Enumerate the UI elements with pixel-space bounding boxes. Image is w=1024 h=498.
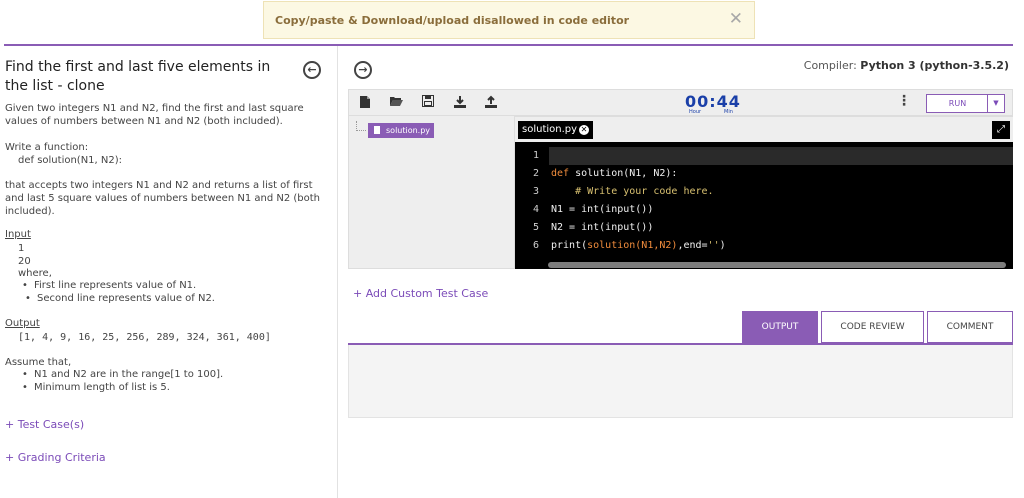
code-text: solution(N1, N2): [569,168,678,179]
horizontal-scrollbar[interactable] [548,262,1006,268]
code-string: '' [707,240,720,251]
code-line[interactable] [549,147,1013,165]
line-number: 5 [532,222,539,233]
save-icon[interactable] [420,95,436,111]
expand-right-icon[interactable]: → [354,61,372,79]
code-text: print( [551,240,588,251]
fullscreen-icon[interactable]: ⤢ [992,121,1010,139]
timer-hour-label: Hour [689,109,702,115]
code-line[interactable]: def solution(N1, N2): [549,165,1013,183]
file-name: solution.py [386,126,431,135]
editor-tab[interactable]: solution.py ✕ [518,121,593,139]
code-line[interactable]: # Write your code here. [549,183,1013,201]
line-number: 4 [532,204,539,215]
file-icon [374,126,380,134]
notice-text: Copy/paste & Download/upload disallowed … [275,14,630,27]
timer-separator: : [709,92,717,111]
compiler-value: Python 3 (python-3.5.2) [860,59,1009,72]
line-number: 3 [532,186,539,197]
close-icon[interactable]: ✕ [729,11,743,28]
input-heading: Input [5,229,31,240]
compiler-label: Compiler: [803,59,857,72]
editor-tab-label: solution.py [522,124,578,135]
code-editor[interactable]: 1 2 3 4 5 6 def solution(N1, N2): # Writ… [515,142,1013,269]
input-bullet: First line represents value of N1. [22,279,196,292]
line-number-gutter: 1 2 3 4 5 6 [515,147,545,255]
assume-bullet: N1 and N2 are in the range[1 to 100]. [22,368,223,381]
code-text: ,end= [677,240,708,251]
header-divider [4,44,1013,46]
add-custom-test-case-link[interactable]: + Add Custom Test Case [353,287,488,300]
input-bullet: Second line represents value of N2. [25,292,215,305]
run-button-group: RUN ▼ [926,94,1005,113]
function-signature: def solution(N1, N2): [18,155,123,166]
output-value: [1, 4, 9, 16, 25, 256, 289, 324, 361, 40… [18,332,271,343]
problem-intro: Given two integers N1 and N2, find the f… [5,103,304,127]
close-tab-icon[interactable]: ✕ [579,125,589,135]
code-line[interactable]: N2 = int(input()) [549,219,1013,237]
file-tree: solution.py [348,116,515,269]
download-icon[interactable] [452,95,468,111]
code-line[interactable]: print(solution(N1,N2),end='') [549,237,1013,255]
upload-icon[interactable] [483,95,499,111]
code-text: ) [719,240,726,251]
compiler-info: Compiler: Python 3 (python-3.5.2) [804,59,1009,72]
write-function-label: Write a function: [5,142,89,153]
tab-comment[interactable]: COMMENT [927,311,1013,343]
test-cases-link[interactable]: + Test Case(s) [5,418,84,431]
collapse-left-icon[interactable]: ← [303,61,321,79]
code-lines[interactable]: def solution(N1, N2): # Write your code … [549,147,1013,255]
chevron-down-icon[interactable]: ▼ [987,95,1004,112]
timer-min-label: Min [724,109,733,115]
tree-connector [356,121,366,131]
tab-output[interactable]: OUTPUT [742,311,818,343]
editor-toolbar: 00:44 Hour Min ⋮ RUN ▼ [348,89,1013,116]
tab-code-review[interactable]: CODE REVIEW [821,311,924,343]
line-number: 6 [532,240,539,251]
editor-tab-strip: solution.py ✕ ⤢ [515,116,1013,142]
code-line[interactable]: N1 = int(input()) [549,201,1013,219]
code-keyword: def [551,168,570,179]
line-number: 1 [532,150,539,161]
grading-criteria-link[interactable]: + Grading Criteria [5,451,106,464]
notice-banner: Copy/paste & Download/upload disallowed … [263,1,755,39]
file-tree-item[interactable]: solution.py [368,123,434,138]
new-file-icon[interactable] [357,95,373,111]
line-number: 2 [532,168,539,179]
problem-returns: that accepts two integers N1 and N2 and … [5,180,321,217]
run-button[interactable]: RUN [927,95,988,112]
problem-title: Find the first and last five elements in… [5,59,271,94]
output-panel [348,345,1013,418]
code-call: solution(N1,N2) [587,240,678,251]
input-line-1: 1 [18,243,25,254]
open-folder-icon[interactable] [388,95,404,111]
output-heading: Output [5,318,40,329]
more-options-icon[interactable]: ⋮ [897,93,911,109]
assume-bullet: Minimum length of list is 5. [22,381,170,394]
